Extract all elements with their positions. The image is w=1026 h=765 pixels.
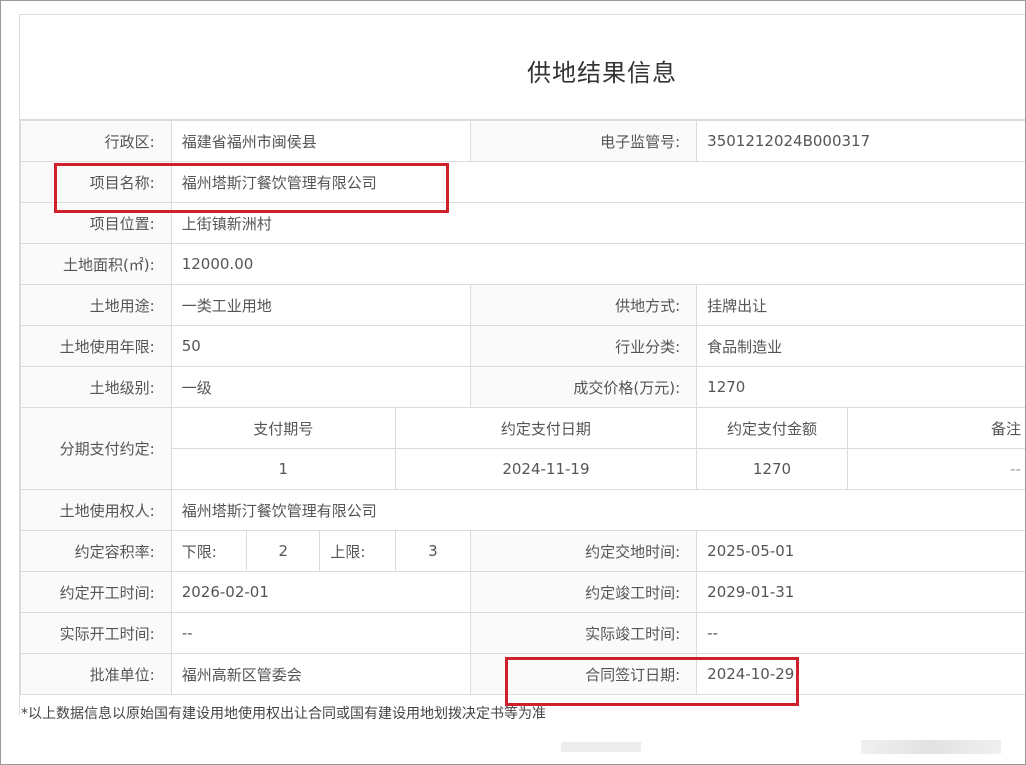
handover-label: 约定交地时间: [470,530,698,572]
far-lower-value: 2 [246,530,321,572]
row-land-area: 土地面积(㎡): 12000.00 [20,243,1025,285]
highlight-box-project-name [54,163,449,213]
faded-watermark [861,740,1001,754]
row-land-user: 土地使用权人: 福州塔斯汀餐饮管理有限公司 [20,489,1025,531]
land-user-label: 土地使用权人: [20,489,172,531]
supply-method-label: 供地方式: [470,284,698,326]
installment-header-remark: 备注 [846,407,1025,449]
industry-value: 食品制造业 [696,325,1025,367]
use-years-label: 土地使用年限: [20,325,172,367]
far-label: 约定容积率: [20,530,172,572]
installment-header-amount: 约定支付金额 [696,407,848,449]
finish-plan-value: 2029-01-31 [696,571,1025,613]
approver-label: 批准单位: [20,653,172,695]
installment-period: 1 [170,448,396,490]
installment-header-date: 约定支付日期 [394,407,698,449]
row-plan-dates: 约定开工时间: 2026-02-01 约定竣工时间: 2029-01-31 [20,571,1025,613]
start-actual-label: 实际开工时间: [20,612,172,654]
land-user-value: 福州塔斯汀餐饮管理有限公司 [170,489,1025,531]
finish-plan-label: 约定竣工时间: [470,571,698,613]
supervision-label: 电子监管号: [470,120,698,162]
far-lower-label: 下限: [170,530,248,572]
land-use-value: 一类工业用地 [170,284,472,326]
installment-header-period: 支付期号 [170,407,396,449]
page-title: 供地结果信息 [527,59,677,87]
start-actual-value: -- [170,612,472,654]
use-years-value: 50 [170,325,472,367]
row-installment-header: 分期支付约定: 支付期号 约定支付日期 约定支付金额 备注 [20,407,1025,490]
row-actual-dates: 实际开工时间: -- 实际竣工时间: -- [20,612,1025,654]
row-far: 约定容积率: 下限: 2 上限: 3 约定交地时间: 2025-05-01 [20,530,1025,572]
supply-method-value: 挂牌出让 [696,284,1025,326]
district-value: 福建省福州市闽侯县 [170,120,472,162]
title-row: 供地结果信息 [20,15,1025,120]
installment-remark: -- [846,448,1025,490]
row-district: 行政区: 福建省福州市闽侯县 电子监管号: 3501212024B000317 [20,120,1025,162]
finish-actual-value: -- [696,612,1025,654]
land-use-label: 土地用途: [20,284,172,326]
land-area-label: 土地面积(㎡): [20,243,172,285]
handover-value: 2025-05-01 [696,530,1025,572]
row-installment-data: 1 2024-11-19 1270 -- [21,448,1025,490]
far-upper-label: 上限: [319,530,396,572]
finish-actual-label: 实际竣工时间: [470,612,698,654]
far-upper-value: 3 [394,530,472,572]
highlight-box-contract-date [505,657,799,706]
row-land-use: 土地用途: 一类工业用地 供地方式: 挂牌出让 [20,284,1025,326]
district-label: 行政区: [20,120,172,162]
screenshot-frame: 供地结果信息 行政区: 福建省福州市闽侯县 电子监管号: 3501212024B… [0,0,1026,765]
land-area-value: 12000.00 [170,243,1025,285]
price-value: 1270 [696,366,1025,408]
start-plan-value: 2026-02-01 [170,571,472,613]
installment-label: 分期支付约定: [20,407,172,490]
faded-bottom-bar [561,742,641,752]
land-grade-label: 土地级别: [20,366,172,408]
price-label: 成交价格(万元): [470,366,698,408]
installment-date: 2024-11-19 [394,448,698,490]
installment-amount: 1270 [696,448,848,490]
land-supply-result-panel: 供地结果信息 行政区: 福建省福州市闽侯县 电子监管号: 3501212024B… [19,14,1025,715]
industry-label: 行业分类: [470,325,698,367]
start-plan-label: 约定开工时间: [20,571,172,613]
land-grade-value: 一级 [170,366,472,408]
supervision-value: 3501212024B000317 [696,120,1025,162]
row-land-grade: 土地级别: 一级 成交价格(万元): 1270 [20,366,1025,408]
approver-value: 福州高新区管委会 [170,653,472,695]
footnote: *以上数据信息以原始国有建设用地使用权出让合同或国有建设用地划拨决定书等为准 [21,706,546,722]
row-use-years: 土地使用年限: 50 行业分类: 食品制造业 [20,325,1025,367]
